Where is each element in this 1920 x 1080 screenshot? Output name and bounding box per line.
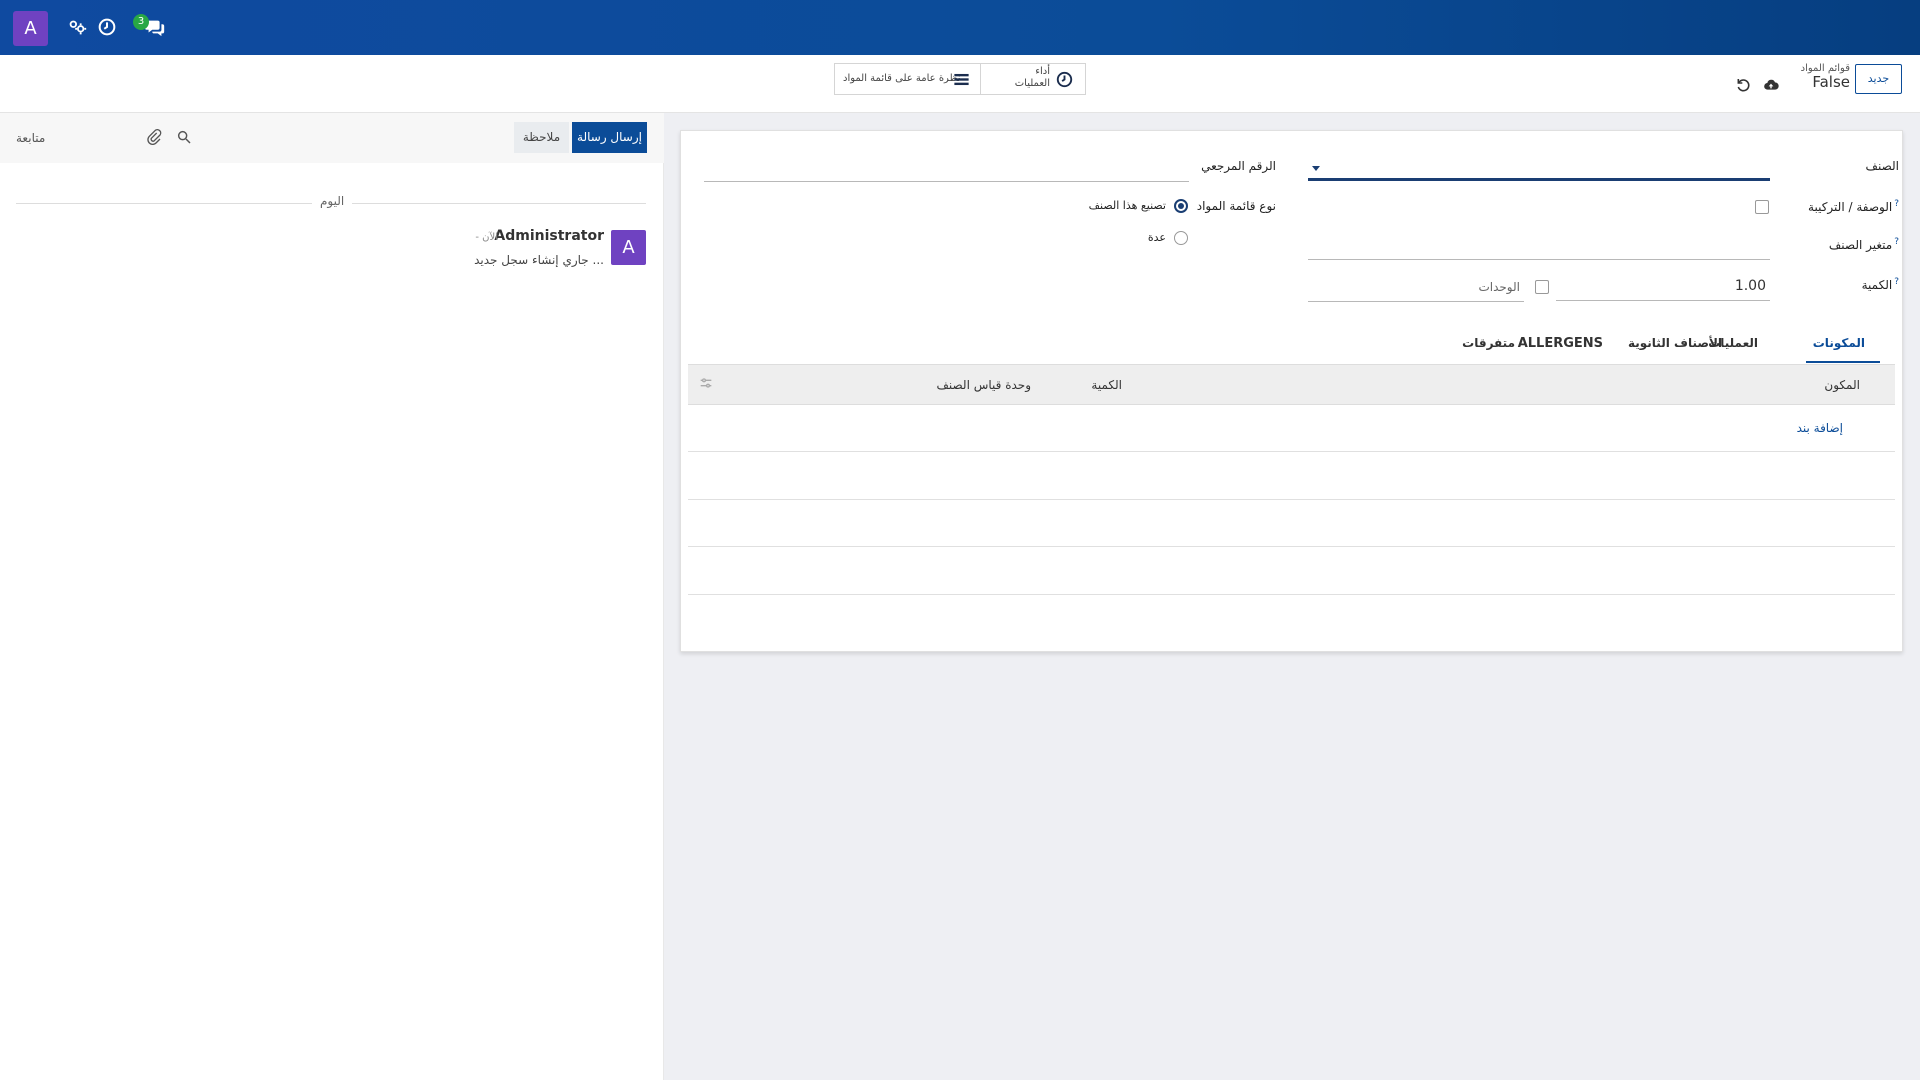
uom-checkbox[interactable] (1535, 280, 1549, 294)
chatter-panel: إرسال رسالة ملاحظة متابعة اليوم A Admini… (0, 113, 664, 1080)
table-row (688, 499, 1895, 500)
send-message-button[interactable]: إرسال رسالة (572, 122, 647, 153)
uom-label: الوحدات (1478, 280, 1520, 294)
discard-icon[interactable] (1735, 77, 1751, 93)
product-field[interactable] (1308, 178, 1770, 181)
bom-type-label: نوع قائمة المواد (1196, 199, 1276, 213)
search-icon[interactable] (176, 129, 192, 145)
new-button[interactable]: جديد (1855, 64, 1902, 94)
table-row (688, 451, 1895, 452)
tab-byproducts[interactable]: الأصناف الثانوية (1628, 336, 1722, 350)
bom-type-manufacture-radio[interactable] (1174, 199, 1188, 213)
dropdown-caret-icon[interactable] (1312, 166, 1320, 171)
reference-field[interactable] (704, 181, 1189, 182)
bom-overview-label: نظرة عامة على قائمة المواد (843, 73, 961, 84)
add-line-link[interactable]: إضافة بند (1797, 421, 1843, 435)
users-cog-icon[interactable] (66, 16, 88, 38)
today-label: اليوم (312, 194, 353, 208)
bom-type-kit-radio[interactable] (1174, 231, 1188, 245)
chatter-topbar: إرسال رسالة ملاحظة متابعة (0, 113, 664, 163)
paperclip-icon[interactable] (146, 129, 162, 146)
hamburger-icon (952, 70, 971, 89)
tab-components[interactable]: المكونات (1813, 336, 1865, 350)
clock-icon[interactable] (96, 16, 118, 38)
bom-type-kit-label: عدة (1147, 231, 1166, 244)
bom-type-manufacture-label: تصنيع هذا الصنف (1088, 199, 1166, 212)
help-icon[interactable]: ? (1894, 277, 1899, 287)
active-tab-indicator (1806, 361, 1880, 363)
message-time: - الآن (475, 232, 498, 243)
reference-label: الرقم المرجعي (1201, 159, 1276, 173)
message-avatar: A (611, 230, 646, 265)
help-icon[interactable]: ? (1894, 237, 1899, 247)
clock-icon (1055, 70, 1074, 89)
follow-button[interactable]: متابعة (16, 131, 45, 145)
tab-allergens[interactable]: ALLERGENS (1518, 336, 1603, 351)
breadcrumb-current: False (1812, 73, 1850, 91)
column-component[interactable]: المكون (1824, 378, 1860, 392)
variant-field[interactable] (1308, 259, 1770, 260)
product-label: الصنف (1865, 159, 1899, 173)
smart-buttons-box: نظرة عامة على قائمة المواد أداء العمليات (834, 63, 1086, 95)
top-navbar: A 3 (0, 0, 1920, 55)
uom-underline (1308, 301, 1524, 302)
table-row (688, 594, 1895, 595)
quantity-input[interactable]: 1.00 (1735, 278, 1766, 294)
cloud-upload-icon[interactable] (1763, 77, 1779, 93)
components-table-header: المكون الكمية وحدة قياس الصنف (688, 364, 1895, 405)
user-avatar[interactable]: A (13, 11, 48, 46)
control-panel: نظرة عامة على قائمة المواد أداء العمليات… (0, 55, 1920, 113)
table-row (688, 546, 1895, 547)
operations-line1: أداء (1035, 66, 1050, 77)
column-quantity[interactable]: الكمية (1091, 378, 1122, 392)
help-icon[interactable]: ? (1894, 199, 1899, 209)
message-body: جاري إنشاء سجل جديد ... (474, 253, 604, 267)
recipe-label: الوصفة / التركيبة? (1808, 199, 1899, 214)
quantity-underline (1556, 300, 1770, 301)
variant-label: متغير الصنف? (1828, 237, 1899, 252)
recipe-checkbox[interactable] (1755, 200, 1769, 214)
quantity-label: الكمية? (1861, 277, 1899, 292)
operations-line2: العمليات (1014, 78, 1050, 89)
bom-overview-button[interactable]: نظرة عامة على قائمة المواد (835, 64, 981, 94)
optional-columns-icon[interactable] (698, 375, 714, 391)
message-author[interactable]: Administrator (494, 228, 604, 244)
operations-performance-button[interactable]: أداء العمليات (982, 64, 1086, 94)
column-uom[interactable]: وحدة قياس الصنف (936, 378, 1031, 392)
tab-misc[interactable]: متفرقات (1462, 336, 1515, 350)
breadcrumb: قوائم المواد False (1801, 63, 1850, 91)
log-note-button[interactable]: ملاحظة (514, 122, 569, 153)
chat-count-badge: 3 (133, 14, 149, 30)
